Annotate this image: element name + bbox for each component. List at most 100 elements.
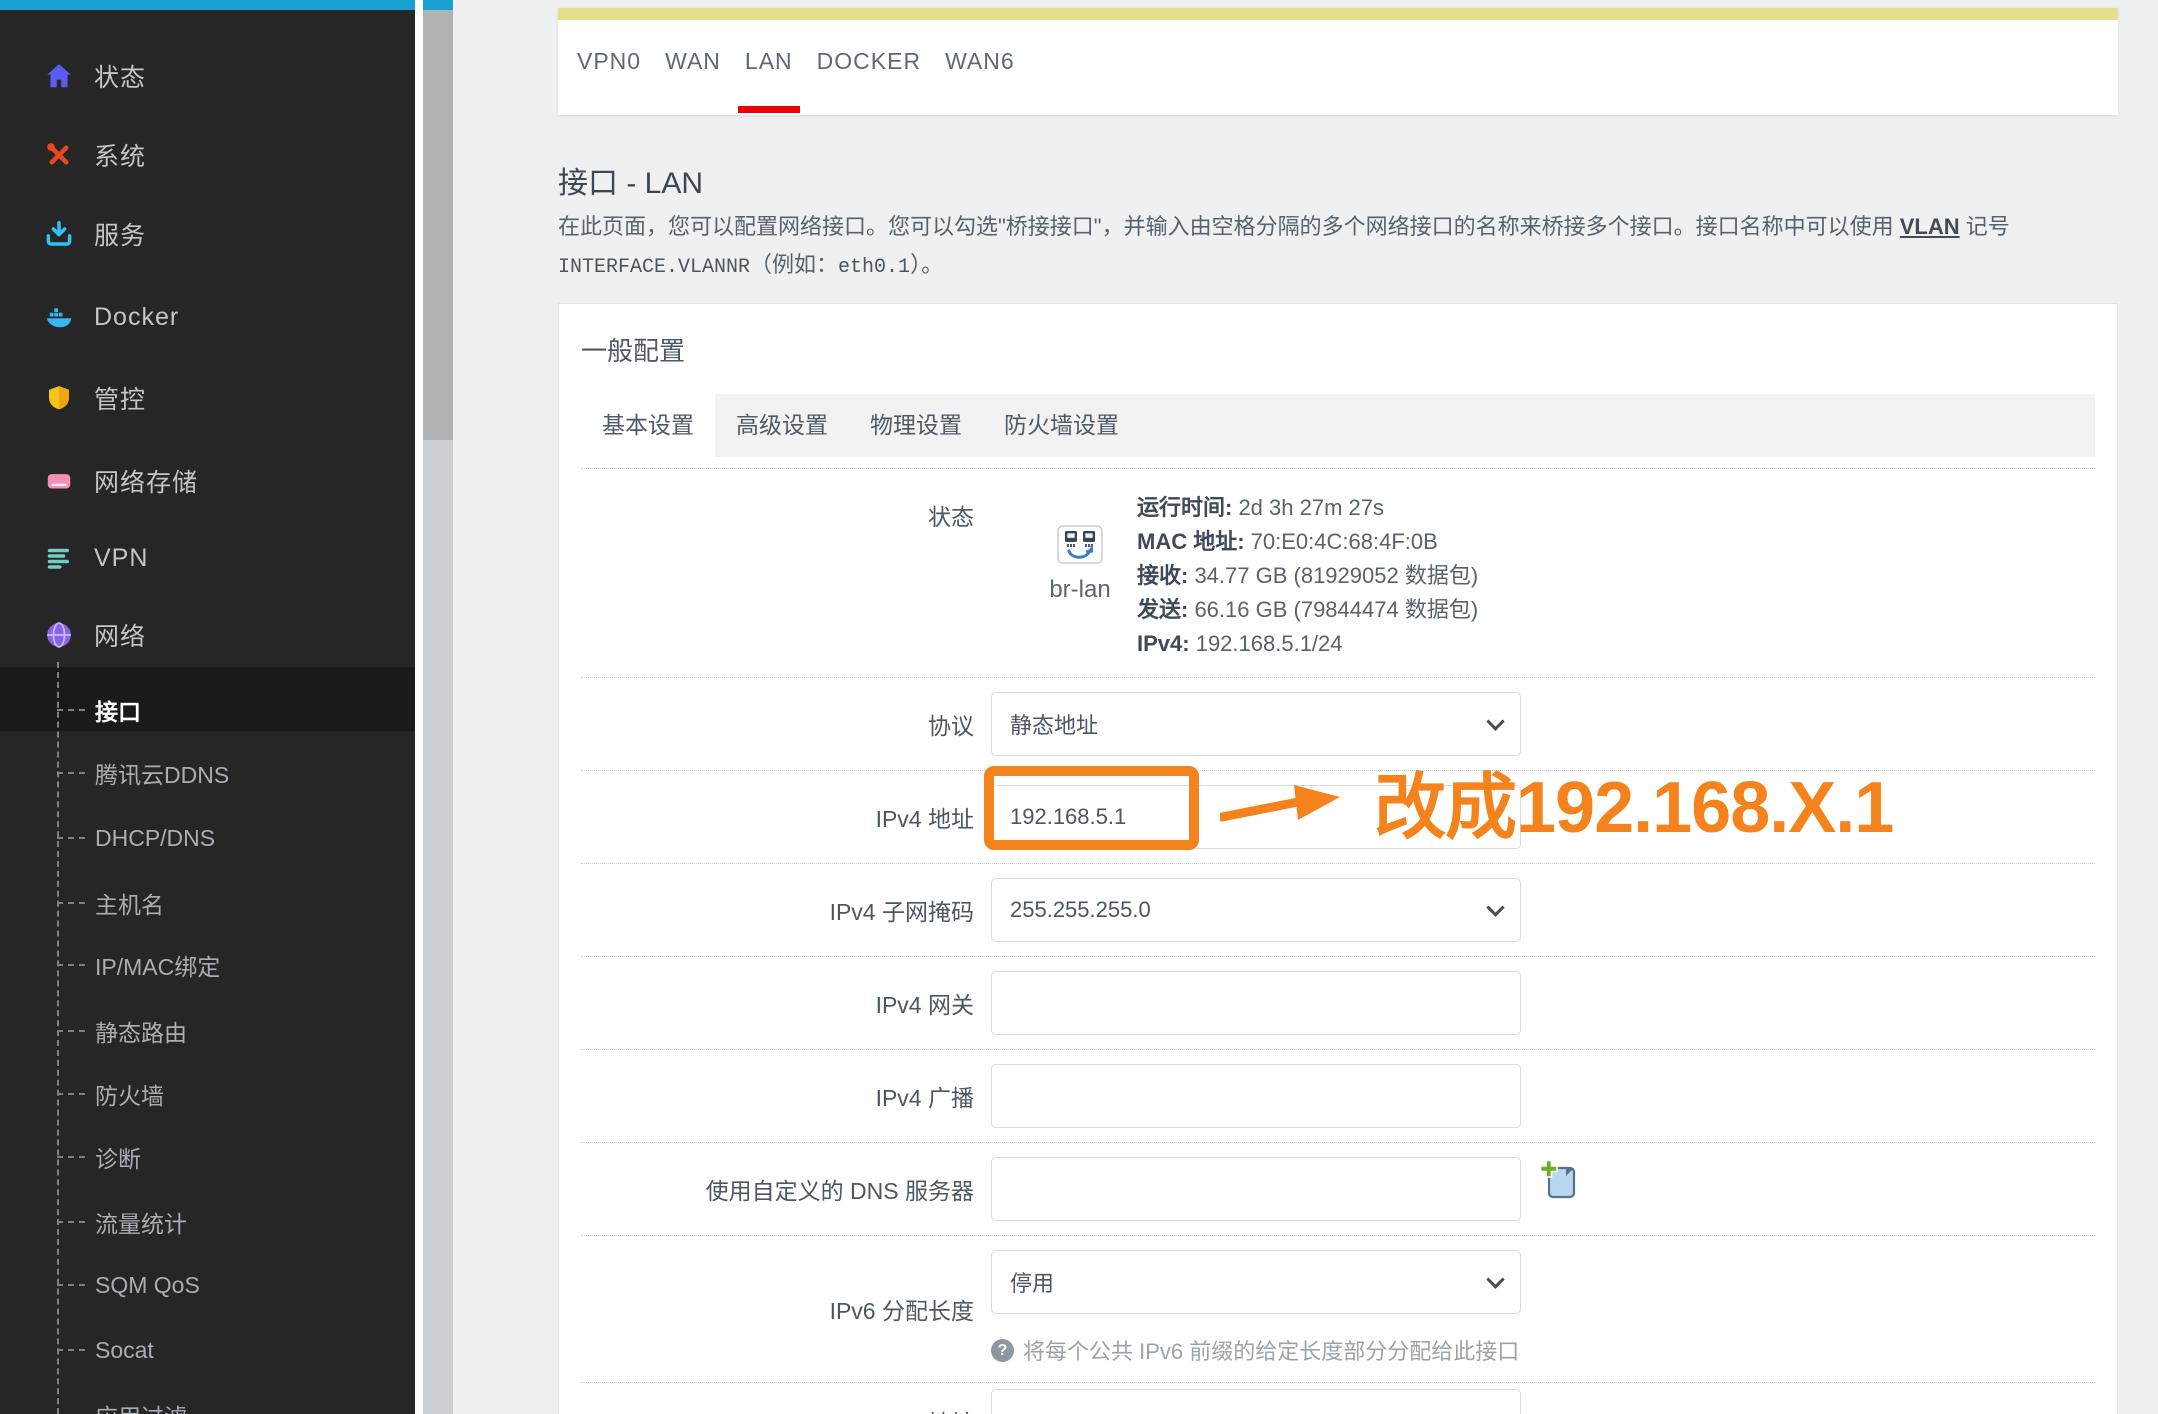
sidebar-subitem-static-routes[interactable]: 静态路由 [57, 1016, 187, 1046]
tree-dash-icon [57, 964, 85, 966]
subtab-advanced-settings[interactable]: 高级设置 [715, 394, 849, 457]
sidebar-subitem-socat[interactable]: Socat [57, 1335, 154, 1365]
sidebar-item-label: 网络 [94, 623, 147, 651]
custom-dns-input[interactable] [991, 1157, 1521, 1221]
tree-dash-icon [57, 1221, 85, 1223]
ipv6-address-row: IPv6 地址 [581, 1383, 2095, 1414]
page-description: 在此页面，您可以配置网络接口。您可以勾选"桥接接口"，并输入由空格分隔的多个网络… [558, 214, 2010, 279]
sidebar-subitem-firewall[interactable]: 防火墙 [57, 1079, 164, 1109]
sidebar-item-label: 状态 [94, 64, 147, 92]
field-label-ipv4-address: IPv4 地址 [875, 806, 974, 832]
tree-dash-icon [57, 1284, 85, 1286]
tab-vpn0[interactable]: VPN0 [577, 48, 641, 75]
protocol-select[interactable]: 静态地址 [991, 692, 1521, 756]
tree-dash-icon [57, 1030, 85, 1032]
vlan-abbr: VLAN [1899, 214, 1960, 239]
config-subtabs: 基本设置 高级设置 物理设置 防火墙设置 [581, 394, 2095, 457]
shield-icon [44, 383, 74, 413]
field-label-protocol: 协议 [928, 713, 974, 739]
sidebar-item-label: 网络存储 [94, 469, 199, 497]
ipv6-assign-select[interactable]: 停用 [991, 1250, 1521, 1314]
ipv4-broadcast-input[interactable] [991, 1064, 1521, 1128]
sidebar-item-network[interactable]: 网络 [44, 617, 146, 653]
ipv6-assign-row: IPv6 分配长度 停用 ? 将每个公共 IPv6 前缀的给定长度部分分配给此接… [581, 1236, 2095, 1383]
bridge-icon [1057, 525, 1103, 571]
active-tab-underline [737, 106, 800, 113]
ipv4-broadcast-row: IPv4 广播 [581, 1050, 2095, 1143]
sidebar-subitem-traffic-stats[interactable]: 流量统计 [57, 1207, 187, 1237]
tree-dash-icon [57, 902, 85, 904]
tree-dash-icon [57, 1156, 85, 1158]
top-accent-bar [0, 0, 453, 10]
stat-ipv4: IPv4: 192.168.5.1/24 [1137, 631, 1343, 656]
custom-dns-row: 使用自定义的 DNS 服务器 [581, 1143, 2095, 1236]
field-label-ipv6-address: IPv6 地址 [581, 1404, 974, 1414]
device-block: br-lan [1037, 525, 1123, 661]
tree-dash-icon [57, 709, 85, 711]
sidebar-subitem-tencent-ddns[interactable]: 腾讯云DDNS [57, 758, 229, 788]
page-title: 接口 - LAN [558, 167, 704, 201]
sidebar-item-system[interactable]: 系统 [44, 137, 146, 173]
sidebar-subitem-diagnostics[interactable]: 诊断 [57, 1142, 141, 1172]
add-dns-button[interactable] [1539, 1159, 1579, 1203]
stat-rx: 接收: 34.77 GB (81929052 数据包) [1137, 563, 1479, 588]
annotation-highlight-box [984, 766, 1199, 850]
sidebar-item-label: 服务 [94, 222, 147, 250]
list-icon [44, 543, 74, 573]
sidebar-item-status[interactable]: 状态 [44, 58, 146, 94]
scrollbar-thumb[interactable] [423, 10, 453, 440]
globe-icon [44, 620, 74, 650]
sidebar-subitem-app-filter[interactable]: 应用过滤 [95, 1400, 187, 1414]
sidebar-subitem-sqm-qos[interactable]: SQM QoS [57, 1270, 200, 1300]
chevron-down-icon [1486, 897, 1505, 917]
sidebar-subitem-hostnames[interactable]: 主机名 [57, 888, 164, 918]
sidebar-subitem-ip-mac-binding[interactable]: IP/MAC绑定 [57, 950, 220, 980]
tools-icon [44, 140, 74, 170]
general-config-card: 一般配置 基本设置 高级设置 物理设置 防火墙设置 状态 br-lan 运行时间… [558, 303, 2118, 1414]
tab-wan[interactable]: WAN [665, 48, 721, 75]
notice-strip [558, 8, 2118, 20]
sidebar-item-label: 管控 [94, 386, 147, 414]
tab-lan[interactable]: LAN [737, 48, 800, 113]
ipv6-address-input[interactable] [991, 1389, 1521, 1414]
sidebar-item-services[interactable]: 服务 [44, 216, 146, 252]
interface-tabs-card: VPN0 WAN LAN DOCKER WAN6 [558, 8, 2118, 115]
ipv4-netmask-select[interactable]: 255.255.255.0 [991, 878, 1521, 942]
tab-docker[interactable]: DOCKER [817, 48, 921, 75]
subtab-basic-settings[interactable]: 基本设置 [581, 394, 715, 457]
sidebar-scrollbar[interactable] [423, 10, 453, 1414]
ipv4-gateway-row: IPv4 网关 [581, 957, 2095, 1050]
sidebar-item-docker[interactable]: Docker [44, 299, 179, 335]
ipv4-gateway-input[interactable] [991, 971, 1521, 1035]
field-label-ipv4-netmask: IPv4 子网掩码 [829, 899, 974, 925]
chevron-down-icon [1486, 1269, 1505, 1289]
sidebar-item-nas[interactable]: 网络存储 [44, 463, 198, 499]
ipv4-netmask-row: IPv4 子网掩码 255.255.255.0 [581, 864, 2095, 957]
tree-dash-icon [57, 1093, 85, 1095]
tree-dash-icon [57, 772, 85, 774]
tree-dash-icon [57, 837, 85, 839]
field-label-status: 状态 [928, 504, 974, 530]
submenu-tree-line [57, 662, 59, 1414]
sidebar-divider [415, 0, 423, 1414]
section-title: 一般配置 [581, 336, 686, 366]
tab-wan6[interactable]: WAN6 [945, 48, 1015, 75]
device-name: br-lan [1049, 576, 1111, 603]
sidebar-item-control[interactable]: 管控 [44, 380, 146, 416]
subtab-physical-settings[interactable]: 物理设置 [849, 394, 983, 457]
sidebar-item-vpn[interactable]: VPN [44, 540, 148, 576]
stat-mac: MAC 地址: 70:E0:4C:68:4F:0B [1137, 529, 1438, 554]
status-stats: 运行时间: 2d 3h 27m 27s MAC 地址: 70:E0:4C:68:… [1137, 485, 1478, 661]
field-label-custom-dns: 使用自定义的 DNS 服务器 [705, 1178, 974, 1204]
sidebar-item-label: Docker [94, 302, 180, 331]
sidebar-subitem-dhcp-dns[interactable]: DHCP/DNS [57, 823, 215, 853]
subtab-firewall-settings[interactable]: 防火墙设置 [983, 394, 1140, 457]
field-label-ipv4-gateway: IPv4 网关 [875, 992, 974, 1018]
interface-tabs: VPN0 WAN LAN DOCKER WAN6 [577, 48, 1015, 113]
docker-icon [44, 302, 74, 332]
sidebar: 状态 系统 服务 Docker 管控 网络存储 VPN 网络 接口 腾讯云DDN… [0, 10, 415, 1414]
sidebar-subitem-interfaces[interactable]: 接口 [57, 695, 141, 725]
field-label-ipv4-broadcast: IPv4 广播 [875, 1085, 974, 1111]
active-item-highlight [0, 667, 415, 731]
status-row: 状态 br-lan 运行时间: 2d 3h 27m 27s MAC 地址: 70… [581, 469, 2095, 678]
